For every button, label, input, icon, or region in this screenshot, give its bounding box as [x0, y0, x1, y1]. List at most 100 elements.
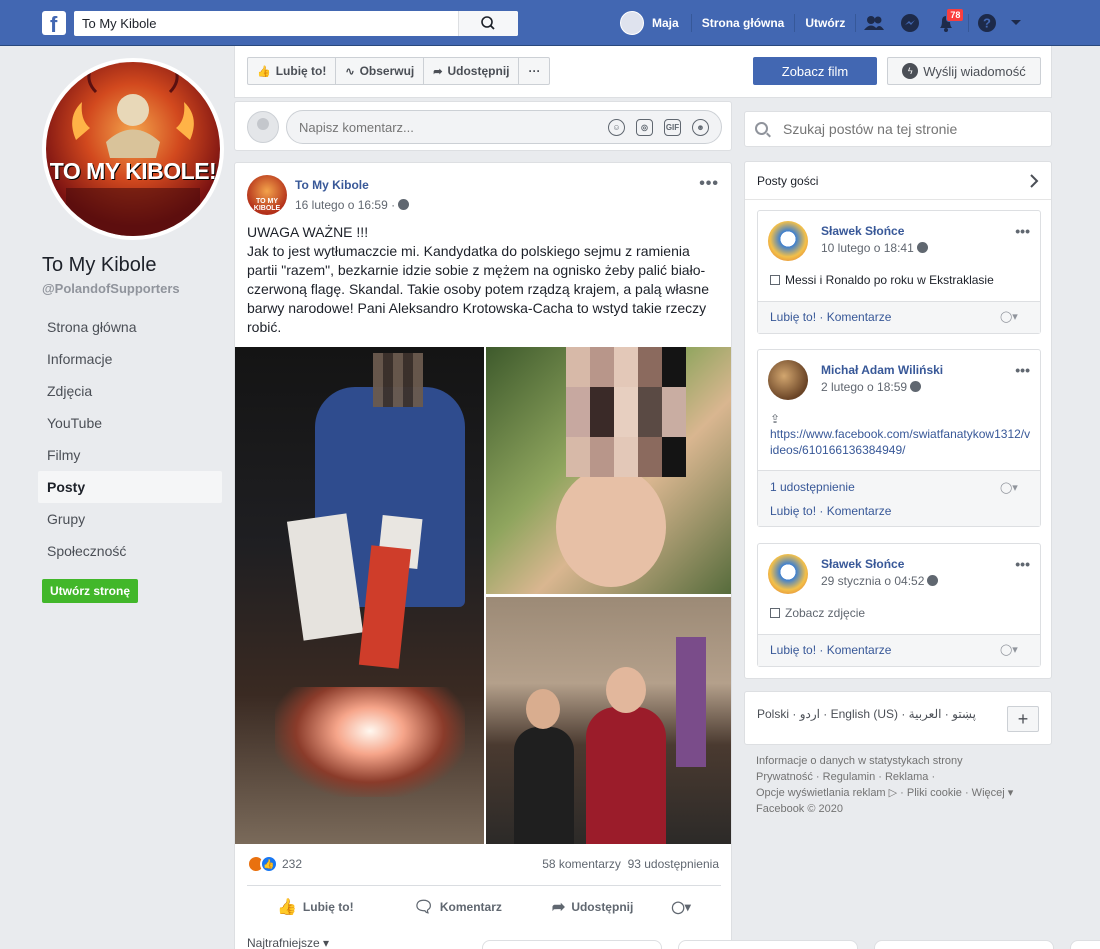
audience-selector[interactable]: ◯▾	[1000, 643, 1026, 657]
post-comment-button[interactable]: 🗨 Komentarz	[414, 897, 502, 917]
visitor-post-links[interactable]: Lubię to! · Komentarze	[758, 499, 1040, 523]
page-post-search-input[interactable]	[745, 112, 1015, 146]
create-page-button[interactable]: Utwórz stronę	[42, 579, 139, 603]
photo-face	[526, 689, 560, 729]
post-options-button[interactable]: •••	[699, 175, 719, 193]
photo-icon	[770, 275, 780, 285]
user-name-link[interactable]: Maja	[652, 16, 679, 30]
post-timestamp[interactable]: 16 lutego o 16:59 ·	[295, 198, 410, 212]
visitor-avatar[interactable]	[768, 360, 808, 400]
visitor-post-options[interactable]: •••	[1015, 223, 1030, 239]
page-profile-picture[interactable]: TO MY KIBOLE!	[42, 58, 224, 240]
page-title[interactable]: To My Kibole	[42, 254, 157, 277]
comments-count-link[interactable]: 58 komentarzy	[542, 857, 621, 871]
top-nav: Maja Strona główna Utwórz 78 ?	[620, 8, 1027, 36]
help-icon[interactable]: ?	[969, 10, 1005, 36]
user-avatar[interactable]	[620, 11, 644, 35]
search-button[interactable]	[458, 11, 518, 36]
search-icon	[481, 16, 495, 30]
nav-item-posts[interactable]: Posty	[38, 471, 222, 503]
nav-item-youtube[interactable]: YouTube	[38, 407, 222, 439]
post-photo[interactable]	[486, 597, 731, 844]
visitor-post-body[interactable]: Zobacz zdjęcie	[770, 605, 865, 621]
visitor-name-link[interactable]: Sławek Słońce	[821, 557, 904, 571]
camera-icon[interactable]: ◎	[636, 119, 653, 136]
audience-selector[interactable]: ◯▾	[1000, 310, 1026, 324]
facebook-logo-icon[interactable]: f	[42, 11, 66, 37]
visitor-post-footer: 1 udostępnienie Lubię to! · Komentarze ◯…	[758, 470, 1040, 526]
footer-links[interactable]: Informacje o danych w statystykach stron…	[756, 753, 1046, 817]
nav-item-groups[interactable]: Grupy	[38, 503, 222, 535]
global-search-input[interactable]	[74, 11, 454, 36]
svg-text:?: ?	[983, 16, 991, 31]
visitor-posts-header[interactable]: Posty gości	[745, 162, 1051, 200]
create-link[interactable]: Utwórz	[795, 16, 855, 30]
send-message-button[interactable]: ϟ Wyślij wiadomość	[887, 57, 1041, 85]
post-like-button[interactable]: 👍 Lubię to!	[277, 897, 354, 917]
emoji-icon[interactable]: ☺	[608, 119, 625, 136]
page-action-bar: 👍 Lubię to! ∿ Obserwuj ➦ Udostępnij ··· …	[234, 46, 1052, 98]
post-author-link[interactable]: To My Kibole	[295, 178, 369, 192]
language-selector: Polski · اردو · English (US) · پښتو · ال…	[744, 691, 1052, 745]
reactions-summary[interactable]: 👍 232	[247, 855, 302, 873]
home-link[interactable]: Strona główna	[692, 16, 795, 30]
page-handle[interactable]: @PolandofSupporters	[42, 281, 180, 296]
like-page-button[interactable]: 👍 Lubię to!	[248, 58, 337, 84]
follow-button[interactable]: ∿ Obserwuj	[336, 58, 425, 84]
share-page-button[interactable]: ➦ Udostępnij	[424, 58, 520, 84]
share-page-label: Udostępnij	[447, 64, 510, 78]
visitor-post-options[interactable]: •••	[1015, 556, 1030, 572]
visitor-post-link[interactable]: https://www.facebook.com/swiatfanatykow1…	[770, 426, 1032, 458]
comment-input[interactable]	[287, 111, 587, 143]
comment-bubble-icon: 🗨	[413, 898, 434, 916]
friends-icon[interactable]	[856, 10, 892, 36]
visitor-post-links[interactable]: Lubię to! · Komentarze	[758, 302, 1040, 326]
visitor-name-link[interactable]: Michał Adam Wiliński	[821, 363, 943, 377]
post-photo[interactable]	[486, 347, 731, 594]
nav-item-home[interactable]: Strona główna	[38, 311, 222, 343]
nav-item-videos[interactable]: Filmy	[38, 439, 222, 471]
audience-selector[interactable]: ◯▾	[671, 900, 696, 914]
nav-item-photos[interactable]: Zdjęcia	[38, 375, 222, 407]
post-share-button[interactable]: ➦ Udostępnij	[552, 897, 633, 917]
comment-field[interactable]: ☺ ◎ GIF ☻	[286, 110, 722, 144]
visitor-avatar[interactable]	[768, 554, 808, 594]
visitor-avatar[interactable]	[768, 221, 808, 261]
gif-icon[interactable]: GIF	[664, 119, 681, 136]
post-author-avatar[interactable]: TO MY KIBOLE	[247, 175, 287, 215]
like-reaction-icon: 👍	[260, 855, 278, 873]
sticker-icon[interactable]: ☻	[692, 119, 709, 136]
chevron-down-icon[interactable]	[1005, 10, 1027, 36]
nav-item-about[interactable]: Informacje	[38, 343, 222, 375]
visitor-post-time[interactable]: 2 lutego o 18:59	[821, 380, 922, 394]
globe-icon	[916, 242, 928, 253]
nav-item-community[interactable]: Społeczność	[38, 535, 222, 567]
visitor-post-shares[interactable]: 1 udostępnienie	[758, 475, 1040, 499]
thumbs-up-icon: 👍	[257, 65, 271, 78]
post-photo[interactable]	[235, 347, 484, 844]
add-language-button[interactable]: +	[1007, 706, 1039, 732]
messenger-icon[interactable]	[892, 10, 928, 36]
audience-selector[interactable]: ◯▾	[1000, 481, 1026, 495]
pixelated-face	[566, 347, 686, 477]
visitor-post-body[interactable]: Messi i Ronaldo po roku w Ekstraklasie	[770, 272, 994, 288]
more-actions-button[interactable]: ···	[519, 58, 549, 84]
visitor-name-link[interactable]: Sławek Słońce	[821, 224, 904, 238]
comment-sort-dropdown[interactable]: Najtrafniejsze ▾	[247, 936, 329, 949]
globe-icon	[910, 381, 922, 392]
share-arrow-icon: ➦	[433, 65, 443, 78]
visitor-post-options[interactable]: •••	[1015, 362, 1030, 378]
watch-video-button[interactable]: Zobacz film	[753, 57, 877, 85]
visitor-post-links[interactable]: Lubię to! · Komentarze	[758, 635, 1040, 659]
language-list[interactable]: Polski · اردو · English (US) · پښتو · ال…	[757, 707, 976, 721]
visitor-post-time[interactable]: 29 stycznia o 04:52	[821, 574, 939, 588]
photo-banner	[676, 637, 706, 767]
bell-icon[interactable]: 78	[928, 8, 965, 36]
visitor-post-footer: Lubię to! · Komentarze ◯▾	[758, 634, 1040, 666]
shares-count-link[interactable]: 93 udostępnienia	[628, 857, 719, 871]
card-edge	[482, 940, 662, 949]
follow-label: Obserwuj	[359, 64, 415, 78]
visitor-post-time[interactable]: 10 lutego o 18:41	[821, 241, 928, 255]
messenger-icon: ϟ	[902, 63, 919, 79]
photo-person	[514, 727, 574, 844]
